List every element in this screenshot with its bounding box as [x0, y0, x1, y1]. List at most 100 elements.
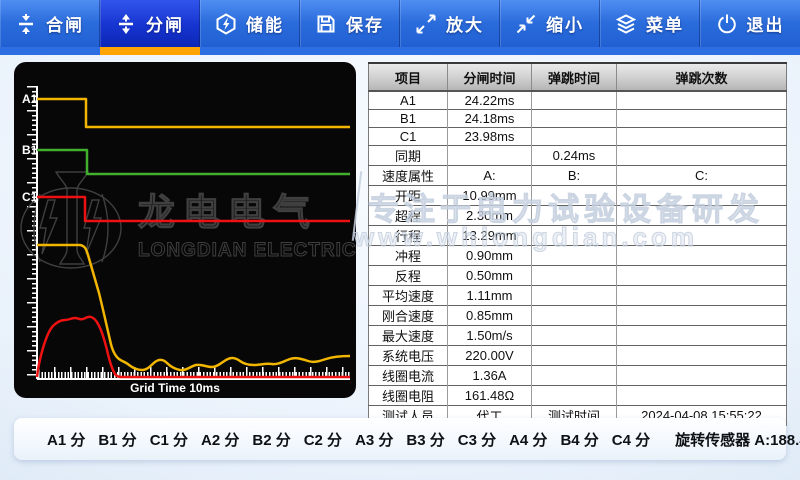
table-cell: 0.90mm — [448, 246, 532, 266]
table-cell — [617, 266, 787, 286]
table-cell — [617, 366, 787, 386]
tab-zoom-in[interactable]: 放大 — [400, 0, 500, 55]
menu-layers-icon — [615, 13, 637, 35]
table-row: B124.18ms — [369, 110, 787, 128]
table-cell: 13.29mm — [448, 226, 532, 246]
table-cell: 冲程 — [369, 246, 448, 266]
tab-underline — [600, 47, 700, 55]
tab-label: 放大 — [446, 11, 484, 36]
trace-label-a1: A1 — [22, 92, 38, 106]
col-header-item: 项目 — [369, 63, 448, 91]
table-row: 同期0.24ms — [369, 146, 787, 166]
table-cell: 刚合速度 — [369, 306, 448, 326]
table-cell — [532, 286, 617, 306]
table-cell: 0.24ms — [532, 146, 617, 166]
coil-current-curve — [37, 317, 350, 377]
table-cell — [532, 128, 617, 146]
table-cell: B1 — [369, 110, 448, 128]
table-cell: 10.99mm — [448, 186, 532, 206]
table-cell: 行程 — [369, 226, 448, 246]
table-cell: 速度属性 — [369, 166, 448, 186]
rotary-sensor-reading: 旋转传感器 A:188.4 — [675, 429, 800, 450]
tab-underline — [700, 47, 800, 55]
table-cell — [617, 206, 787, 226]
phase-indicator-b2: B2 分 — [252, 429, 290, 450]
table-cell: 反程 — [369, 266, 448, 286]
table-cell: 开距 — [369, 186, 448, 206]
tab-label: 保存 — [346, 11, 384, 36]
phase-indicator-a3: A3 分 — [355, 429, 393, 450]
tab-open-switch[interactable]: 分闸 — [100, 0, 200, 55]
table-cell: 超程 — [369, 206, 448, 226]
tab-underline — [400, 47, 500, 55]
trace-label-b1: B1 — [22, 143, 38, 157]
phase-indicator-a2: A2 分 — [201, 429, 239, 450]
results-table: 项目 分闸时间 弹跳时间 弹跳次数 A124.22ms B124.18ms C1… — [368, 62, 787, 426]
tab-label: 合闸 — [46, 11, 84, 36]
tab-close-switch[interactable]: 合闸 — [0, 0, 100, 55]
tab-zoom-out[interactable]: 缩小 — [500, 0, 600, 55]
table-row: 系统电压220.00V — [369, 346, 787, 366]
phase-indicator-b1: B1 分 — [98, 429, 136, 450]
table-cell — [617, 91, 787, 110]
table-row: 行程13.29mm — [369, 226, 787, 246]
phase-indicator-c2: C2 分 — [304, 429, 342, 450]
table-cell: C1 — [369, 128, 448, 146]
table-row: 线圈电流1.36A — [369, 366, 787, 386]
table-cell: 161.48Ω — [448, 386, 532, 406]
table-row: 冲程0.90mm — [369, 246, 787, 266]
tab-underline — [0, 47, 100, 55]
table-cell — [532, 266, 617, 286]
table-cell — [532, 306, 617, 326]
table-cell — [532, 186, 617, 206]
phase-indicator-a4: A4 分 — [509, 429, 547, 450]
phase-indicator-c1: C1 分 — [150, 429, 188, 450]
table-row: 线圈电阻161.48Ω — [369, 386, 787, 406]
table-cell: C: — [617, 166, 787, 186]
phase-indicator-b4: B4 分 — [560, 429, 598, 450]
table-cell — [617, 186, 787, 206]
table-row: C123.98ms — [369, 128, 787, 146]
tab-label: 分闸 — [146, 11, 184, 36]
tab-underline — [300, 47, 400, 55]
save-icon — [315, 13, 337, 35]
tab-label: 储能 — [246, 11, 284, 36]
phase-indicator-b3: B3 分 — [406, 429, 444, 450]
phase-indicator-a1: A1 分 — [47, 429, 85, 450]
phase-indicator-c3: C3 分 — [458, 429, 496, 450]
zoom-out-icon — [515, 13, 537, 35]
table-cell — [448, 146, 532, 166]
tab-menu[interactable]: 菜单 — [600, 0, 700, 55]
table-cell — [532, 91, 617, 110]
table-cell — [617, 146, 787, 166]
table-header-row: 项目 分闸时间 弹跳时间 弹跳次数 — [369, 63, 787, 91]
table-cell — [532, 326, 617, 346]
table-cell — [532, 110, 617, 128]
table-cell: 24.18ms — [448, 110, 532, 128]
table-cell — [617, 110, 787, 128]
table-row: A124.22ms — [369, 91, 787, 110]
table-cell: 平均速度 — [369, 286, 448, 306]
tab-exit[interactable]: 退出 — [700, 0, 800, 55]
contact-trace-b1 — [37, 150, 350, 174]
table-cell: 1.50m/s — [448, 326, 532, 346]
col-header-bounce-time: 弹跳时间 — [532, 63, 617, 91]
table-cell: B: — [532, 166, 617, 186]
tab-underline — [200, 47, 300, 55]
table-row: 开距10.99mm — [369, 186, 787, 206]
table-cell — [617, 306, 787, 326]
tab-charge[interactable]: 储能 — [200, 0, 300, 55]
tab-save[interactable]: 保存 — [300, 0, 400, 55]
tab-label: 退出 — [747, 11, 785, 36]
watermark-en-text: LONGDIAN ELECTRIC — [138, 240, 356, 261]
table-cell — [617, 128, 787, 146]
table-cell — [532, 226, 617, 246]
table-cell — [617, 246, 787, 266]
table-cell — [532, 386, 617, 406]
table-row: 反程0.50mm — [369, 266, 787, 286]
watermark-cn-text: 龙电电气 — [138, 192, 318, 233]
table-row: 平均速度1.11mm — [369, 286, 787, 306]
table-row: 超程2.30mm — [369, 206, 787, 226]
table-cell: 1.11mm — [448, 286, 532, 306]
table-cell: 0.50mm — [448, 266, 532, 286]
